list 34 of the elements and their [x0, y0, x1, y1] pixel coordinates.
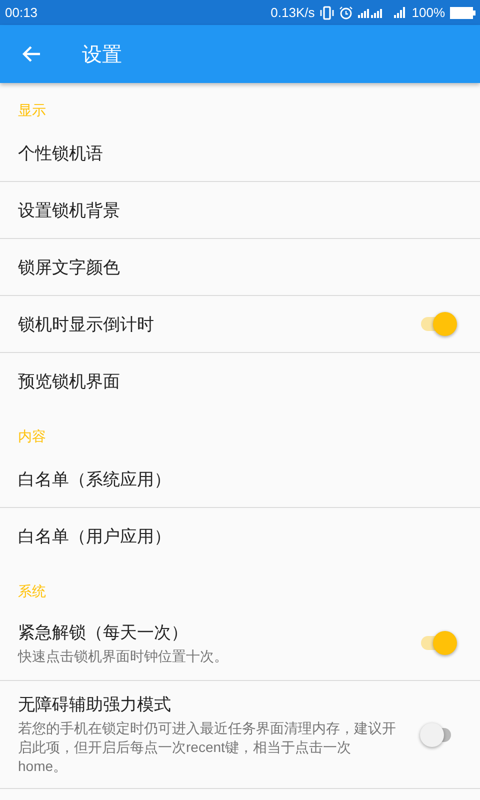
settings-item[interactable]: 锁机时显示倒计时: [0, 296, 480, 353]
alarm-icon: [338, 6, 353, 20]
item-title: 无障碍辅助强力模式: [18, 694, 172, 716]
item-summary: 若您的手机在锁定时仍可进入最近任务界面清理内存，建议开启此项，但开启后每点一次recent键，相当于点击一次home。: [18, 719, 396, 776]
item-title: 锁屏文字颜色: [18, 256, 121, 278]
settings-item[interactable]: 锁屏文字颜色: [0, 239, 480, 296]
toggle-switch[interactable]: [420, 631, 458, 655]
settings-item[interactable]: 白名单（系统应用）: [0, 451, 480, 508]
toggle-switch[interactable]: [420, 312, 458, 336]
item-title: 设置锁机背景: [18, 200, 121, 222]
section-header: 显示: [17, 101, 47, 120]
item-title: 个性锁机语: [18, 142, 104, 164]
item-title: 紧急解锁（每天一次）: [18, 622, 189, 644]
item-title: 白名单（系统应用）: [18, 468, 172, 490]
vibrate-icon: [320, 6, 334, 20]
signal-icon: [392, 6, 407, 20]
item-title: 白名单（用户应用）: [18, 526, 172, 548]
section-header: 系统: [17, 582, 47, 601]
battery-percent: 100%: [412, 5, 445, 20]
settings-item[interactable]: 预览锁机界面: [0, 353, 480, 409]
back-icon[interactable]: [22, 44, 42, 64]
settings-item[interactable]: 紧急解锁（每天一次） 快速点击锁机界面时钟位置十次。: [0, 606, 480, 681]
screen-title: 设置: [82, 42, 122, 68]
network-speed: 0.13K/s: [270, 5, 315, 20]
settings-item[interactable]: 个性锁机语: [0, 125, 480, 182]
item-title: 预览锁机界面: [18, 370, 121, 392]
settings-item[interactable]: 无障碍辅助强力模式 若您的手机在锁定时仍可进入最近任务界面清理内存，建议开启此项，但开启后每点一次recent键，相当于点击一次home。: [0, 681, 480, 789]
settings-item[interactable]: 设置锁机背景: [0, 182, 480, 239]
section-header: 内容: [17, 427, 47, 446]
status-time: 00:13: [5, 5, 38, 20]
settings-item[interactable]: 白名单（用户应用）: [0, 508, 480, 564]
item-summary: 快速点击锁机界面时钟位置十次。: [18, 646, 229, 666]
battery-icon: [450, 6, 476, 18]
item-title: 锁机时显示倒计时: [18, 314, 155, 336]
